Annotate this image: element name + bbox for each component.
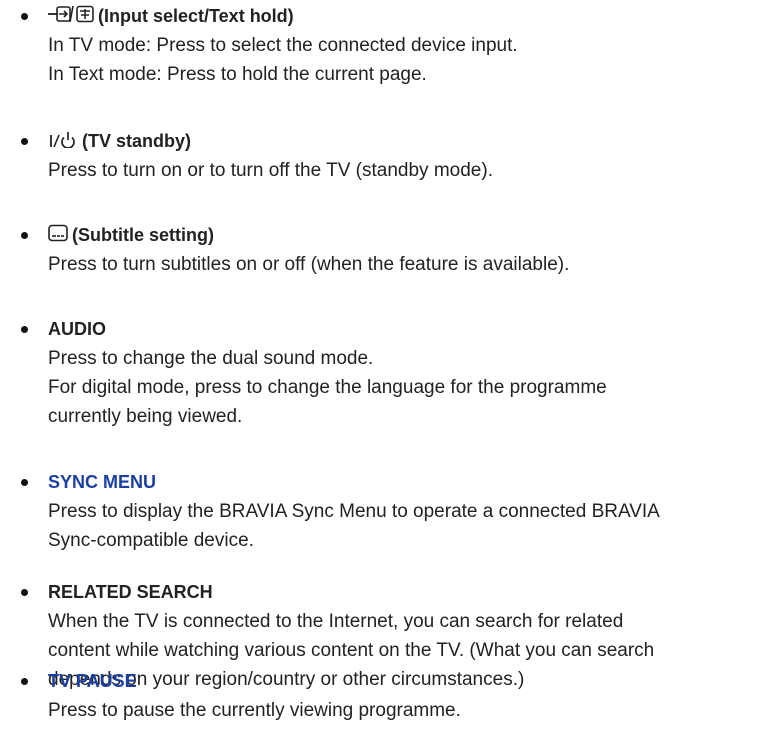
bullet — [21, 326, 28, 333]
item-title: (Subtitle setting) — [48, 222, 214, 249]
bullet — [21, 13, 28, 20]
text-hold-icon — [76, 4, 94, 30]
item-description: When the TV is connected to the Internet… — [48, 607, 778, 694]
input-select-icon — [48, 4, 78, 30]
power-standby-icon — [48, 129, 78, 155]
item-title-text[interactable]: TV PAUSE — [48, 671, 137, 691]
item-title-text: (TV standby) — [82, 131, 192, 151]
item-title: (TV standby) — [48, 128, 191, 155]
description-line: When the TV is connected to the Internet… — [48, 611, 624, 632]
bullet — [21, 479, 28, 486]
description-line: In Text mode: Press to hold the current … — [48, 64, 427, 85]
item-description: Press to turn subtitles on or off (when … — [48, 250, 778, 279]
item-description: Press to pause the currently viewing pro… — [48, 696, 778, 725]
sync-menu-link[interactable]: SYNC MENU — [48, 469, 156, 495]
bullet — [21, 589, 28, 596]
subtitle-icon — [48, 223, 68, 249]
item-title: RELATED SEARCH — [48, 579, 213, 605]
description-line: Press to change the dual sound mode. — [48, 348, 374, 369]
bullet — [21, 232, 28, 239]
item-description: In TV mode: Press to select the connecte… — [48, 31, 778, 89]
item-title: AUDIO — [48, 316, 106, 342]
description-line: Sync-compatible device. — [48, 530, 254, 551]
tv-pause-link[interactable]: TV PAUSE — [48, 668, 137, 694]
item-title-text: AUDIO — [48, 319, 106, 339]
item-title: (Input select/Text hold) — [48, 3, 294, 30]
description-line: For digital mode, press to change the la… — [48, 377, 607, 398]
description-line: depends on your region/country or other … — [48, 669, 525, 690]
item-description: Press to display the BRAVIA Sync Menu to… — [48, 497, 778, 555]
item-title-text: RELATED SEARCH — [48, 582, 213, 602]
item-title-text: (Input select/Text hold) — [98, 6, 294, 26]
item-description: Press to turn on or to turn off the TV (… — [48, 156, 778, 185]
item-description: Press to change the dual sound mode. For… — [48, 344, 778, 431]
description-line: Press to turn subtitles on or off (when … — [48, 254, 570, 275]
description-line: currently being viewed. — [48, 406, 243, 427]
description-line: Press to display the BRAVIA Sync Menu to… — [48, 501, 660, 522]
description-line: In TV mode: Press to select the connecte… — [48, 35, 518, 56]
description-line: content while watching various content o… — [48, 640, 655, 661]
item-title-text: (Subtitle setting) — [72, 225, 214, 245]
description-line: Press to turn on or to turn off the TV (… — [48, 160, 493, 181]
description-line: Press to pause the currently viewing pro… — [48, 700, 461, 721]
item-title-text[interactable]: SYNC MENU — [48, 472, 156, 492]
bullet — [21, 138, 28, 145]
bullet — [21, 678, 28, 685]
